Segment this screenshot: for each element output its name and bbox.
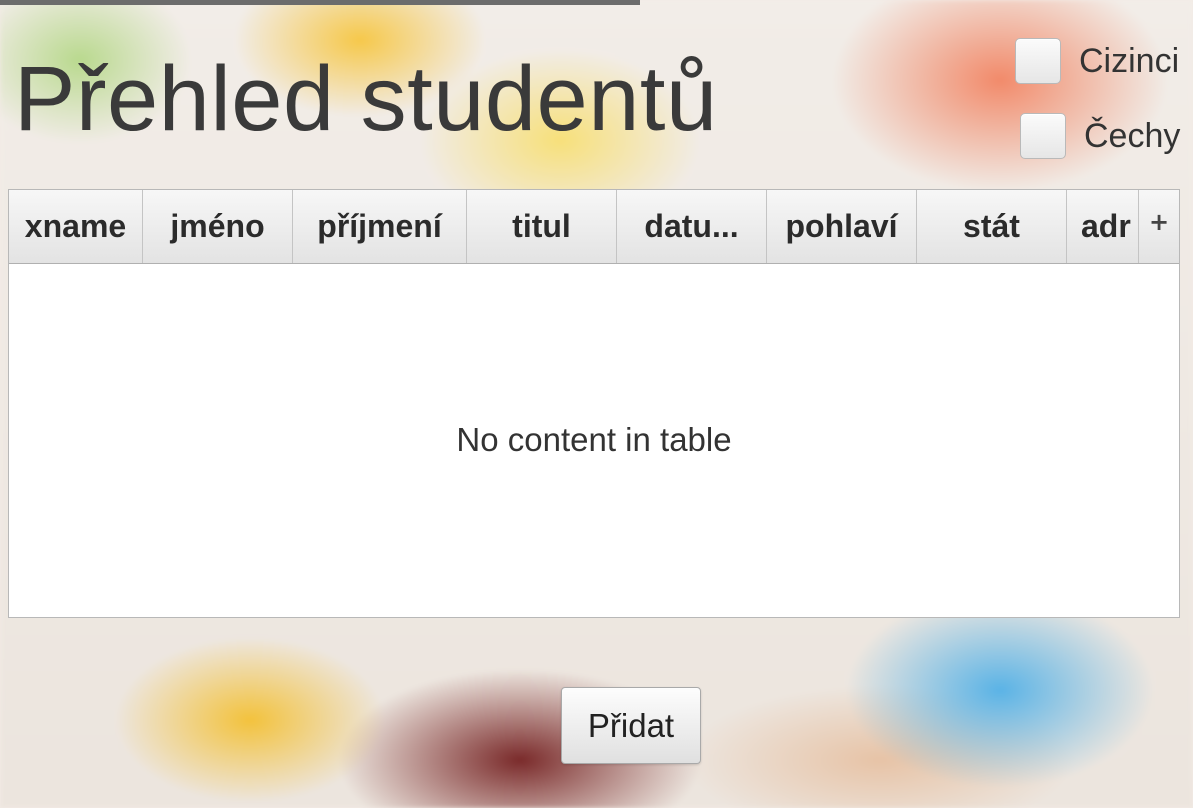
- window-edge: [0, 0, 640, 5]
- column-header-stat[interactable]: stát: [917, 190, 1067, 263]
- page-title: Přehled studentů: [14, 48, 718, 150]
- filter-cizinci[interactable]: Cizinci: [1015, 38, 1179, 84]
- add-button[interactable]: Přidat: [561, 687, 701, 764]
- cechy-label[interactable]: Čechy: [1084, 117, 1180, 156]
- column-header-xname[interactable]: xname: [9, 190, 143, 263]
- cizinci-label[interactable]: Cizinci: [1079, 42, 1179, 81]
- column-header-jmeno[interactable]: jméno: [143, 190, 293, 263]
- column-header-titul[interactable]: titul: [467, 190, 617, 263]
- column-header-pohlavi[interactable]: pohlaví: [767, 190, 917, 263]
- plus-icon[interactable]: +: [1139, 190, 1179, 263]
- column-header-adresa[interactable]: adr: [1067, 190, 1139, 263]
- table-placeholder: No content in table: [456, 421, 732, 458]
- filter-cechy[interactable]: Čechy: [1020, 113, 1180, 159]
- cizinci-checkbox[interactable]: [1015, 38, 1061, 84]
- table-header: xname jméno příjmení titul datu... pohla…: [9, 190, 1179, 264]
- column-header-prijmeni[interactable]: příjmení: [293, 190, 467, 263]
- students-table[interactable]: xname jméno příjmení titul datu... pohla…: [8, 189, 1180, 618]
- column-header-datum[interactable]: datu...: [617, 190, 767, 263]
- cechy-checkbox[interactable]: [1020, 113, 1066, 159]
